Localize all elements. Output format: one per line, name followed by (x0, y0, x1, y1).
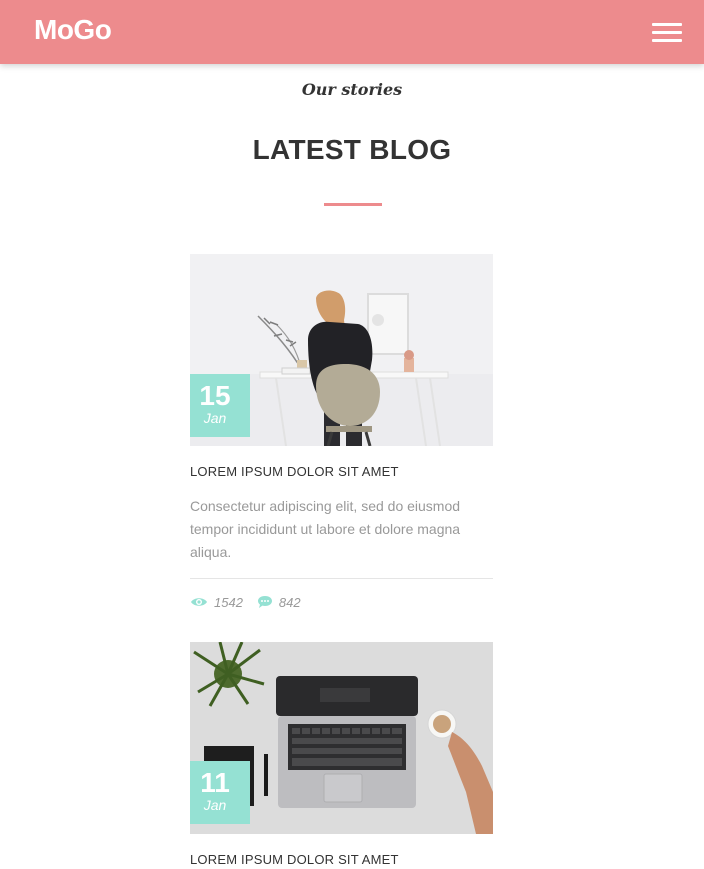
card-divider (190, 578, 493, 579)
title-divider (324, 203, 382, 206)
section-title: LATEST BLOG (252, 134, 452, 165)
comments-count: 842 (278, 594, 301, 610)
menu-bar (652, 31, 682, 34)
post-stats: 1542 842 (190, 593, 493, 611)
site-logo[interactable]: MoGo (34, 14, 112, 46)
hamburger-menu-icon[interactable] (652, 20, 684, 44)
comments-stat: 842 (257, 595, 301, 610)
laptop-on-desk-photo[interactable]: 11 Jan (190, 642, 493, 834)
menu-bar (652, 39, 682, 42)
post-excerpt: Consectetur adipiscing elit, sed do eius… (190, 498, 461, 560)
date-month: Jan (203, 410, 227, 426)
page: MoGo Our stories LATEST BLOG 15 Jan LORE… (0, 0, 704, 869)
post-title[interactable]: LOREM IPSUM DOLOR SIT AMET (190, 852, 493, 867)
woman-at-desk-photo[interactable]: 15 Jan (190, 254, 493, 446)
date-badge: 15 Jan (190, 374, 250, 437)
eye-icon (191, 598, 207, 606)
date-day: 15 (199, 380, 231, 411)
views-count: 1542 (214, 594, 243, 610)
menu-bar (652, 23, 682, 26)
date-badge: 11 Jan (190, 761, 250, 824)
post-title[interactable]: LOREM IPSUM DOLOR SIT AMET (190, 464, 493, 479)
blog-card: 11 Jan LOREM IPSUM DOLOR SIT AMET (190, 642, 493, 867)
views-stat: 1542 (190, 595, 243, 610)
date-month: Jan (203, 797, 227, 813)
section-subtitle: Our stories (301, 80, 403, 99)
site-header: MoGo (0, 0, 704, 64)
comment-icon (257, 596, 272, 608)
date-day: 11 (200, 767, 230, 798)
blog-card: 15 Jan LOREM IPSUM DOLOR SIT AMET Consec… (190, 254, 493, 611)
